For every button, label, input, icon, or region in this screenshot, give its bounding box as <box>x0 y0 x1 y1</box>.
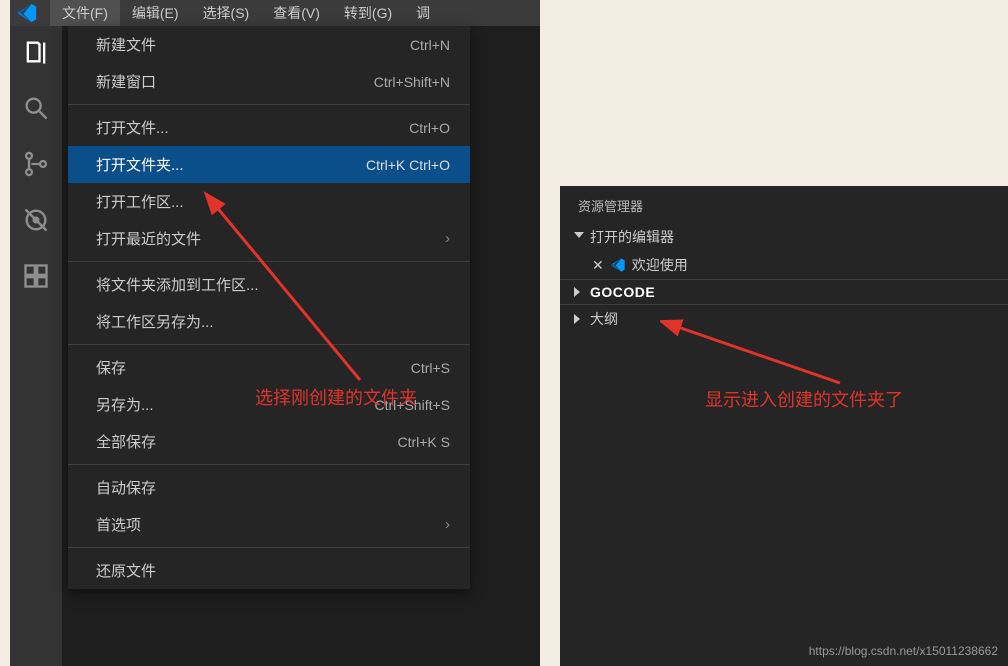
menu-item-label: 将文件夹添加到工作区... <box>96 274 259 295</box>
menu-shortcut: Ctrl+S <box>411 360 450 376</box>
open-editors-section[interactable]: 打开的编辑器 <box>560 223 1008 251</box>
debug-icon[interactable] <box>22 206 50 234</box>
menu-item-label: 还原文件 <box>96 560 156 581</box>
annotation-left: 选择刚创建的文件夹 <box>255 384 417 410</box>
annotation-right: 显示进入创建的文件夹了 <box>705 386 903 412</box>
menu-item-label: 全部保存 <box>96 431 156 452</box>
menu-item-label: 打开文件夹... <box>96 154 184 175</box>
menu-file[interactable]: 文件(F) <box>50 0 120 26</box>
menu-item[interactable]: 打开文件... Ctrl+O <box>68 109 470 146</box>
menu-shortcut: Ctrl+N <box>410 37 450 53</box>
menu-separator <box>68 261 470 262</box>
outline-section[interactable]: 大纲 <box>560 305 1008 333</box>
vscode-file-icon <box>610 257 626 273</box>
menu-item-label: 新建文件 <box>96 34 156 55</box>
menu-shortcut: Ctrl+K Ctrl+O <box>366 157 450 173</box>
menu-debug[interactable]: 调 <box>404 0 442 26</box>
activity-bar <box>10 26 62 666</box>
menu-separator <box>68 547 470 548</box>
menu-item[interactable]: 打开工作区... <box>68 183 470 220</box>
menu-item-label: 打开文件... <box>96 117 169 138</box>
menu-item-label: 另存为... <box>96 394 154 415</box>
folder-label: GOCODE <box>590 284 655 300</box>
menu-separator <box>68 344 470 345</box>
menu-edit[interactable]: 编辑(E) <box>120 0 191 26</box>
menu-item[interactable]: 将文件夹添加到工作区... <box>68 266 470 303</box>
menu-item[interactable]: 新建窗口 Ctrl+Shift+N <box>68 63 470 100</box>
menu-item[interactable]: 自动保存 <box>68 469 470 506</box>
outline-label: 大纲 <box>590 309 618 329</box>
menu-shortcut: Ctrl+K S <box>397 434 450 450</box>
menu-item-label: 将工作区另存为... <box>96 311 214 332</box>
menu-item-label: 保存 <box>96 357 126 378</box>
right-explorer-panel: 资源管理器 打开的编辑器 ✕ 欢迎使用 GOCODE 大纲 <box>560 186 1008 666</box>
vscode-logo-icon <box>16 2 38 24</box>
close-icon[interactable]: ✕ <box>592 257 604 274</box>
explorer-title: 资源管理器 <box>560 186 1008 223</box>
watermark: https://blog.csdn.net/x15011238662 <box>809 644 998 658</box>
menubar: 文件(F) 编辑(E) 选择(S) 查看(V) 转到(G) 调 <box>10 0 540 26</box>
menu-separator <box>68 464 470 465</box>
menu-item-label: 打开最近的文件 <box>96 228 201 249</box>
menu-view[interactable]: 查看(V) <box>261 0 332 26</box>
menu-item[interactable]: 全部保存 Ctrl+K S <box>68 423 470 460</box>
welcome-tab-label: 欢迎使用 <box>632 255 688 275</box>
chevron-down-icon <box>574 232 584 242</box>
source-control-icon[interactable] <box>22 150 50 178</box>
menu-shortcut: Ctrl+O <box>409 120 450 136</box>
menu-item-label: 首选项 <box>96 514 141 535</box>
menu-item[interactable]: 打开文件夹... Ctrl+K Ctrl+O <box>68 146 470 183</box>
menu-goto[interactable]: 转到(G) <box>332 0 404 26</box>
menu-item[interactable]: 还原文件 <box>68 552 470 589</box>
explorer-tree: 打开的编辑器 ✕ 欢迎使用 GOCODE 大纲 <box>560 223 1008 333</box>
search-icon[interactable] <box>22 94 50 122</box>
menu-item-label: 打开工作区... <box>96 191 184 212</box>
menu-item[interactable]: 保存 Ctrl+S <box>68 349 470 386</box>
menu-item-label: 自动保存 <box>96 477 156 498</box>
menu-item[interactable]: 打开最近的文件 › <box>68 220 470 257</box>
menu-item-label: 新建窗口 <box>96 71 156 92</box>
chevron-right-icon: › <box>445 230 450 247</box>
chevron-right-icon: › <box>445 516 450 533</box>
file-menu-dropdown: 新建文件Ctrl+N新建窗口Ctrl+Shift+N打开文件...Ctrl+O打… <box>68 26 470 589</box>
chevron-right-icon <box>574 287 584 297</box>
menu-separator <box>68 104 470 105</box>
menu-item[interactable]: 新建文件 Ctrl+N <box>68 26 470 63</box>
open-editors-label: 打开的编辑器 <box>590 227 674 247</box>
menu-shortcut: Ctrl+Shift+N <box>374 74 450 90</box>
folder-gocode[interactable]: GOCODE <box>560 280 1008 304</box>
extensions-icon[interactable] <box>22 262 50 290</box>
explorer-icon[interactable] <box>22 38 50 66</box>
left-vscode-window: 文件(F) 编辑(E) 选择(S) 查看(V) 转到(G) 调 新建文件 Ctrl… <box>10 0 540 666</box>
chevron-right-icon <box>574 314 584 324</box>
menu-item[interactable]: 首选项 › <box>68 506 470 543</box>
menu-item[interactable]: 将工作区另存为... <box>68 303 470 340</box>
menu-select[interactable]: 选择(S) <box>191 0 262 26</box>
editor-tab-welcome[interactable]: ✕ 欢迎使用 <box>560 251 1008 279</box>
